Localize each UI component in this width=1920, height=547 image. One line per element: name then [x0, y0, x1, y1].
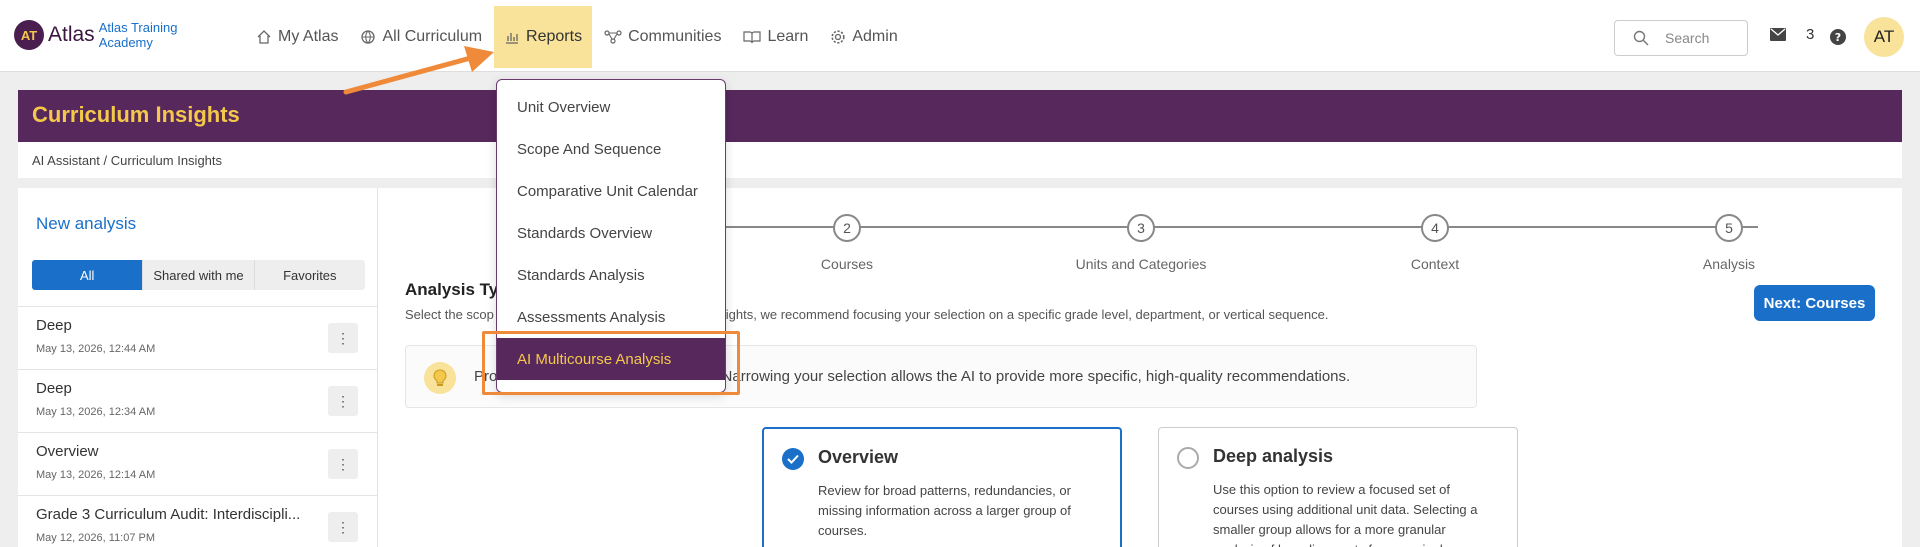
- more-options-button[interactable]: ⋮: [328, 323, 358, 353]
- more-options-button[interactable]: ⋮: [328, 512, 358, 542]
- nav-learn[interactable]: Learn: [733, 6, 818, 68]
- mail-icon[interactable]: [1770, 28, 1786, 41]
- filter-all[interactable]: All: [32, 260, 143, 290]
- option-description: Review for broad patterns, redundancies,…: [818, 483, 1071, 538]
- new-analysis-link[interactable]: New analysis: [36, 214, 136, 234]
- top-nav-bar: AT Atlas Atlas Training Academy My Atlas…: [0, 0, 1920, 72]
- highlight-box: [482, 331, 740, 395]
- radio-checked-icon[interactable]: [782, 448, 804, 470]
- user-avatar[interactable]: AT: [1864, 17, 1904, 57]
- nav-label: Learn: [767, 28, 809, 45]
- list-item[interactable]: Overview May 13, 2026, 12:14 AM ⋮: [18, 432, 378, 495]
- menu-item-standards-analysis[interactable]: Standards Analysis: [497, 254, 725, 296]
- logo-text: Atlas: [48, 23, 95, 46]
- nav-reports[interactable]: Reports: [494, 6, 593, 68]
- logo-mark: AT: [14, 20, 44, 50]
- item-date: May 12, 2026, 11:07 PM: [36, 532, 156, 544]
- step-label: Analysis: [1702, 256, 1756, 272]
- page-banner: Curriculum Insights: [18, 90, 1902, 142]
- annotation-arrow-icon: [343, 46, 494, 95]
- item-title: Deep: [36, 317, 72, 334]
- notification-count: 3: [1806, 26, 1815, 43]
- step-label: Courses: [820, 256, 874, 272]
- item-date: May 13, 2026, 12:34 AM: [36, 406, 156, 418]
- globe-icon: [361, 30, 376, 44]
- nav-label: Reports: [526, 28, 583, 45]
- item-title: Overview: [36, 443, 99, 460]
- item-date: May 13, 2026, 12:14 AM: [36, 469, 156, 481]
- list-item[interactable]: Deep May 13, 2026, 12:34 AM ⋮: [18, 369, 378, 432]
- stepper-line: [723, 226, 1758, 228]
- filter-favorites[interactable]: Favorites: [255, 260, 365, 290]
- more-options-button[interactable]: ⋮: [328, 386, 358, 416]
- breadcrumb-bar: AI Assistant / Curriculum Insights: [18, 142, 1902, 178]
- item-title: Grade 3 Curriculum Audit: Interdiscipli.…: [36, 506, 301, 523]
- menu-item-comparative-calendar[interactable]: Comparative Unit Calendar: [497, 170, 725, 212]
- filter-shared[interactable]: Shared with me: [142, 260, 255, 290]
- menu-item-scope-sequence[interactable]: Scope And Sequence: [497, 128, 725, 170]
- nav-label: Communities: [628, 28, 722, 45]
- option-overview-card[interactable]: Overview Review for broad patterns, redu…: [762, 427, 1122, 547]
- breadcrumb: AI Assistant / Curriculum Insights: [32, 153, 223, 168]
- analysis-type-heading: Analysis Typ: [405, 280, 509, 299]
- analysis-sidebar: New analysis All Shared with me Favorite…: [18, 188, 378, 547]
- book-icon: [743, 31, 762, 44]
- help-icon[interactable]: ?: [1830, 29, 1846, 45]
- step-2-courses[interactable]: 2: [833, 214, 861, 242]
- item-title: Deep: [36, 380, 72, 397]
- search-icon: [1633, 30, 1649, 46]
- option-title: Deep analysis: [1213, 446, 1334, 466]
- svg-text:?: ?: [1835, 31, 1841, 44]
- nav-communities[interactable]: Communities: [594, 6, 731, 68]
- option-deep-analysis-card[interactable]: Deep analysis Use this option to review …: [1158, 427, 1518, 547]
- page-title: Curriculum Insights: [32, 102, 240, 127]
- home-icon: [257, 30, 271, 44]
- nav-label: Admin: [852, 28, 898, 45]
- atlas-logo[interactable]: AT Atlas Atlas Training Academy: [14, 20, 189, 50]
- nav-my-atlas[interactable]: My Atlas: [246, 6, 348, 68]
- nav-label: My Atlas: [278, 28, 339, 45]
- nav-admin[interactable]: Admin: [820, 6, 907, 68]
- menu-item-unit-overview[interactable]: Unit Overview: [497, 86, 725, 128]
- option-title: Overview: [818, 447, 899, 467]
- step-5-analysis[interactable]: 5: [1715, 214, 1743, 242]
- filter-tabs: All Shared with me Favorites: [32, 260, 365, 290]
- analysis-list: Deep May 13, 2026, 12:44 AM ⋮ Deep May 1…: [18, 306, 378, 547]
- step-label: Units and Categories: [1075, 256, 1207, 272]
- search-input[interactable]: Search: [1614, 20, 1748, 56]
- list-item[interactable]: Deep May 13, 2026, 12:44 AM ⋮: [18, 306, 378, 369]
- more-options-button[interactable]: ⋮: [328, 449, 358, 479]
- search-placeholder: Search: [1665, 30, 1710, 46]
- step-label: Context: [1410, 256, 1460, 272]
- gear-icon: [831, 30, 845, 44]
- step-3-units[interactable]: 3: [1127, 214, 1155, 242]
- option-description: Use this option to review a focused set …: [1213, 482, 1478, 547]
- bar-chart-icon: [506, 33, 519, 44]
- network-icon: [604, 30, 622, 44]
- radio-unchecked-icon[interactable]: [1177, 447, 1199, 469]
- item-date: May 13, 2026, 12:44 AM: [36, 343, 156, 355]
- lightbulb-icon: [424, 362, 456, 394]
- next-courses-button[interactable]: Next: Courses: [1754, 285, 1875, 321]
- list-item[interactable]: Grade 3 Curriculum Audit: Interdiscipli.…: [18, 495, 378, 547]
- step-4-context[interactable]: 4: [1421, 214, 1449, 242]
- logo-subtitle: Atlas Training Academy: [98, 20, 178, 50]
- menu-item-standards-overview[interactable]: Standards Overview: [497, 212, 725, 254]
